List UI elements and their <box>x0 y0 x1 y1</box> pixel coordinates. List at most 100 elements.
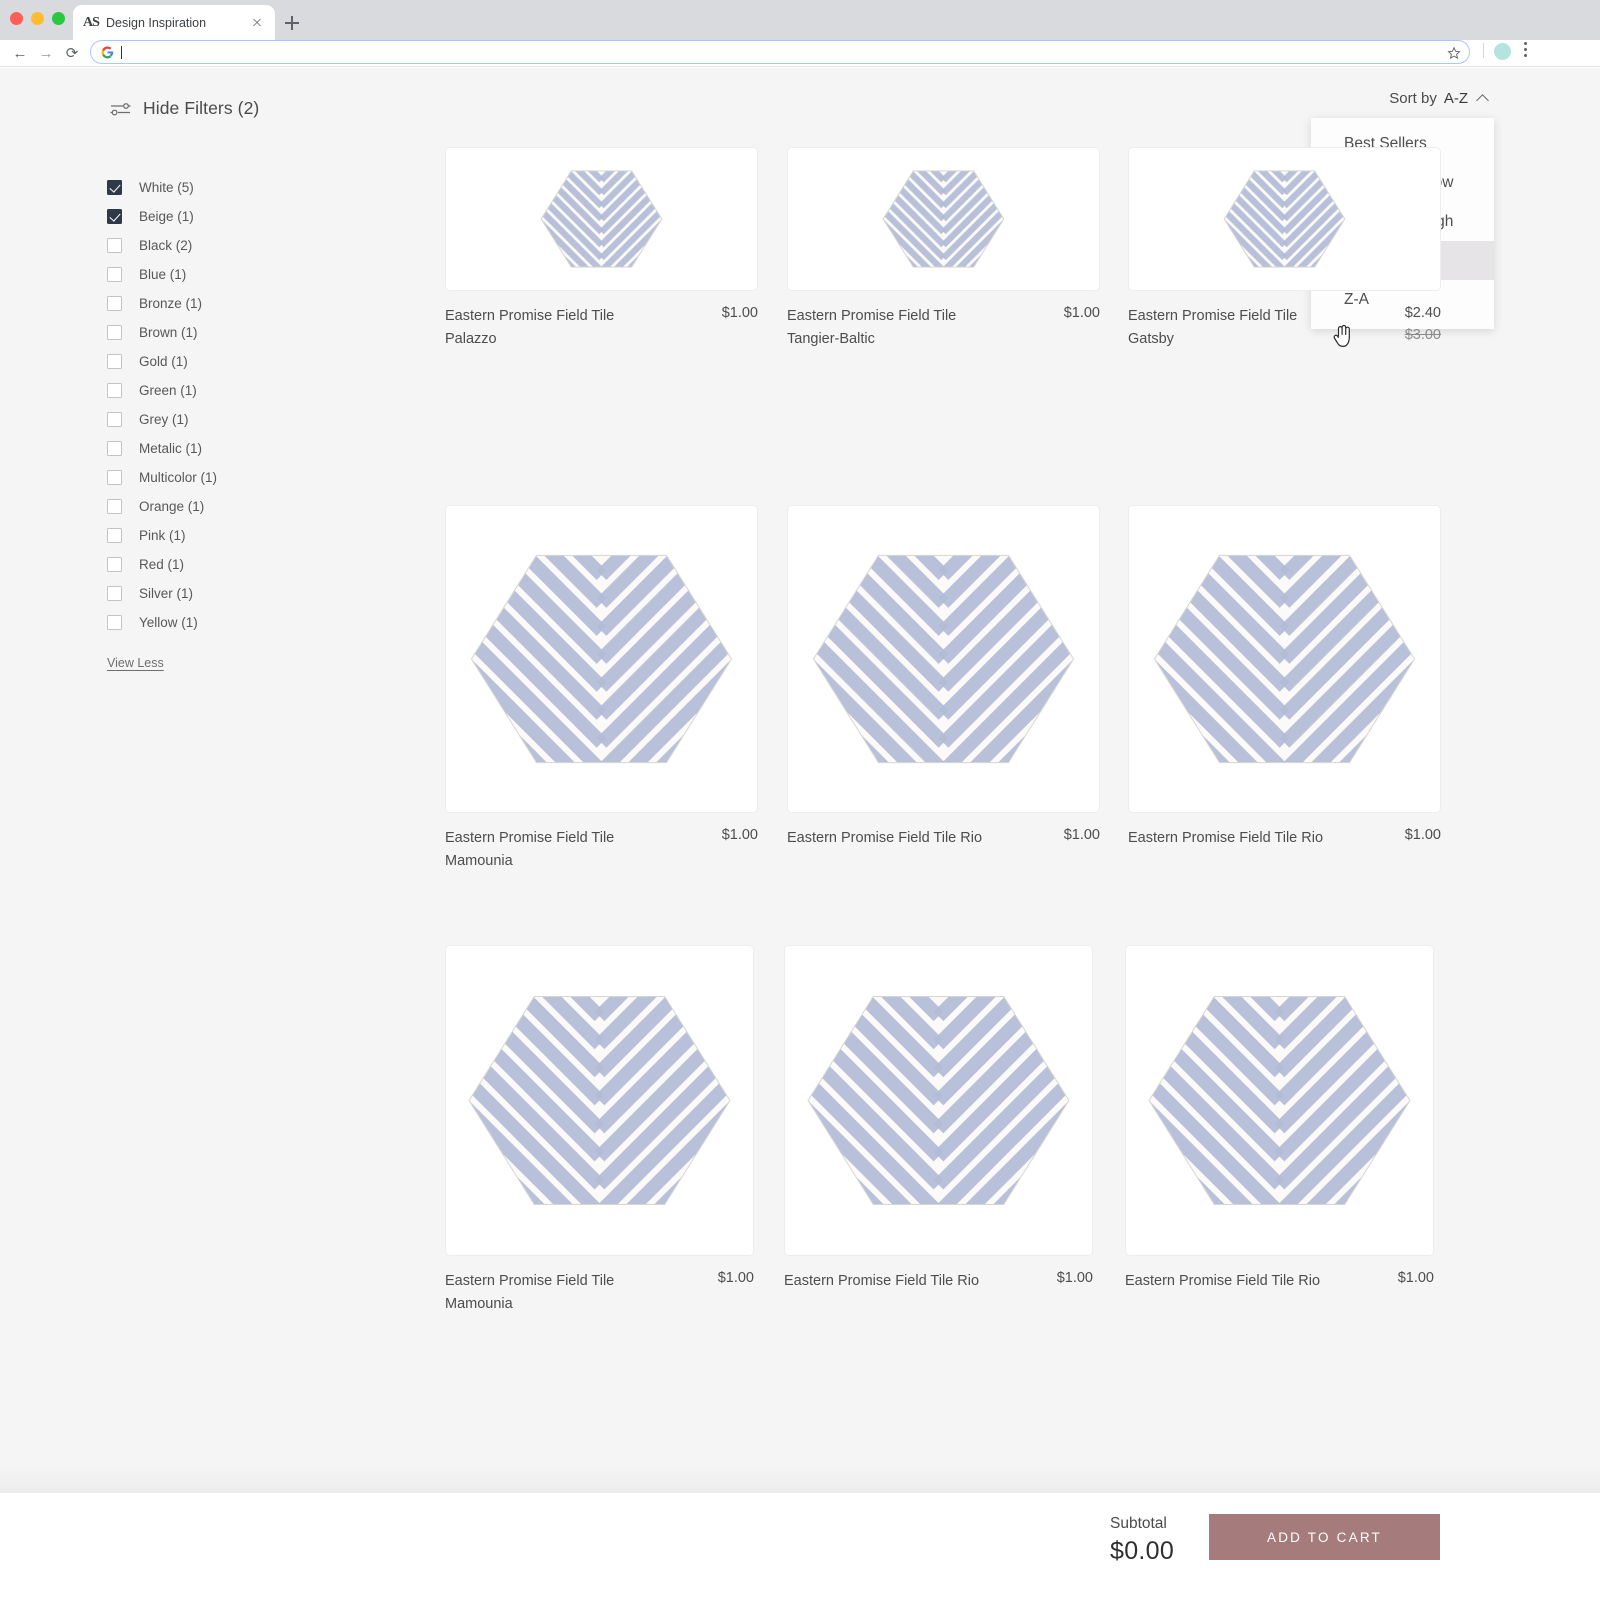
facet-multicolor[interactable]: Multicolor (1) <box>107 463 367 492</box>
reload-icon[interactable]: ⟳ <box>62 44 82 64</box>
checkbox-beige[interactable] <box>107 209 122 224</box>
product-card[interactable]: Eastern Promise Field Tile Mamounia $1.0… <box>445 945 754 1317</box>
product-meta: Eastern Promise Field Tile Rio $1.00 <box>784 1270 1093 1293</box>
color-filter-list: White (5) Beige (1) Black (2) Blue (1) B… <box>107 173 367 672</box>
product-title: Eastern Promise Field Tile Rio <box>784 1273 980 1289</box>
browser-window: AS Design Inspiration ← → ⟳ Hide Filters… <box>0 0 1600 1622</box>
checkbox-silver[interactable] <box>107 586 122 601</box>
facet-pink[interactable]: Pink (1) <box>107 521 367 550</box>
product-meta: Eastern Promise Field Tile Mamounia $1.0… <box>445 827 758 874</box>
checkbox-white[interactable] <box>107 180 122 195</box>
checkbox-brown[interactable] <box>107 325 122 340</box>
add-to-cart-button[interactable]: ADD TO CART <box>1209 1514 1440 1560</box>
product-price-original: $3.00 <box>1404 327 1441 343</box>
facet-orange[interactable]: Orange (1) <box>107 492 367 521</box>
product-card[interactable]: Eastern Promise Field Tile Rio $1.00 <box>784 945 1093 1293</box>
product-price: $1.00 <box>717 1270 754 1286</box>
product-price: $2.40 <box>1404 305 1441 321</box>
product-image[interactable] <box>445 505 758 813</box>
sort-control: Sort by A-Z <box>1389 90 1488 107</box>
facet-beige[interactable]: Beige (1) <box>107 202 367 231</box>
facet-red[interactable]: Red (1) <box>107 550 367 579</box>
product-price: $1.00 <box>1063 827 1100 843</box>
address-bar[interactable] <box>90 40 1470 64</box>
product-card[interactable]: Eastern Promise Field Tile Palazzo $1.00 <box>445 147 758 352</box>
product-title: Eastern Promise Field Tile Palazzo <box>445 308 615 348</box>
product-title: Eastern Promise Field Tile Mamounia <box>445 830 615 870</box>
browser-tab[interactable]: AS Design Inspiration <box>73 5 275 40</box>
product-meta: Eastern Promise Field Tile Tangier-Balti… <box>787 305 1100 352</box>
facet-blue[interactable]: Blue (1) <box>107 260 367 289</box>
facet-label-silver: Silver (1) <box>139 586 194 601</box>
product-image[interactable] <box>445 147 758 291</box>
facet-silver[interactable]: Silver (1) <box>107 579 367 608</box>
product-price-group: $2.40 $3.00 <box>1405 305 1441 343</box>
facet-gold[interactable]: Gold (1) <box>107 347 367 376</box>
product-card[interactable]: Eastern Promise Field Tile Mamounia $1.0… <box>445 505 758 874</box>
back-icon[interactable]: ← <box>10 44 30 64</box>
product-image[interactable] <box>1128 147 1441 291</box>
sliders-icon <box>110 101 131 117</box>
facet-metalic[interactable]: Metalic (1) <box>107 434 367 463</box>
facet-yellow[interactable]: Yellow (1) <box>107 608 367 637</box>
minimize-window-button[interactable] <box>31 12 44 25</box>
product-card[interactable]: Eastern Promise Field Tile Rio $1.00 <box>787 505 1100 850</box>
new-tab-icon[interactable] <box>280 11 304 35</box>
facet-label-red: Red (1) <box>139 557 185 572</box>
sort-by-label: Sort by <box>1389 90 1437 107</box>
product-image[interactable] <box>787 147 1100 291</box>
facet-label-bronze: Bronze (1) <box>139 296 203 311</box>
product-image[interactable] <box>445 945 754 1256</box>
checkbox-metalic[interactable] <box>107 441 122 456</box>
product-image[interactable] <box>1125 945 1434 1256</box>
product-price-group: $1.00 <box>722 827 758 843</box>
maximize-window-button[interactable] <box>52 12 65 25</box>
product-card[interactable]: Eastern Promise Field Tile Tangier-Balti… <box>787 147 1100 352</box>
sort-by-button[interactable]: Sort by A-Z <box>1389 90 1488 107</box>
checkbox-pink[interactable] <box>107 528 122 543</box>
view-less-link[interactable]: View Less <box>107 656 164 670</box>
checkbox-black[interactable] <box>107 238 122 253</box>
checkbox-grey[interactable] <box>107 412 122 427</box>
facet-white[interactable]: White (5) <box>107 173 367 202</box>
checkbox-bronze[interactable] <box>107 296 122 311</box>
close-window-button[interactable] <box>10 12 23 25</box>
close-icon[interactable] <box>249 15 265 31</box>
checkbox-orange[interactable] <box>107 499 122 514</box>
product-card[interactable]: Eastern Promise Field Tile Rio $1.00 <box>1128 505 1441 850</box>
product-image[interactable] <box>784 945 1093 1256</box>
product-price: $1.00 <box>721 305 758 321</box>
product-meta: Eastern Promise Field Tile Rio $1.00 <box>787 827 1100 850</box>
product-meta: Eastern Promise Field Tile Gatsby $2.40 … <box>1128 305 1441 352</box>
product-price: $1.00 <box>1056 1270 1093 1286</box>
product-card[interactable]: Eastern Promise Field Tile Gatsby $2.40 … <box>1128 147 1441 352</box>
facet-label-brown: Brown (1) <box>139 325 198 340</box>
facet-grey[interactable]: Grey (1) <box>107 405 367 434</box>
chevron-up-icon[interactable] <box>1477 93 1488 104</box>
product-meta: Eastern Promise Field Tile Mamounia $1.0… <box>445 1270 754 1317</box>
facet-black[interactable]: Black (2) <box>107 231 367 260</box>
hide-filters-button[interactable]: Hide Filters (2) <box>110 98 259 119</box>
product-card[interactable]: Eastern Promise Field Tile Rio $1.00 <box>1125 945 1434 1293</box>
product-image[interactable] <box>1128 505 1441 813</box>
facet-green[interactable]: Green (1) <box>107 376 367 405</box>
cart-footer: Subtotal $0.00 ADD TO CART <box>0 1493 1600 1622</box>
product-price: $1.00 <box>1397 1270 1434 1286</box>
forward-icon[interactable]: → <box>36 44 56 64</box>
product-image[interactable] <box>787 505 1100 813</box>
kebab-icon[interactable] <box>1524 42 1528 60</box>
facet-label-gold: Gold (1) <box>139 354 188 369</box>
checkbox-multicolor[interactable] <box>107 470 122 485</box>
checkbox-red[interactable] <box>107 557 122 572</box>
star-icon[interactable] <box>1447 46 1461 60</box>
avatar[interactable] <box>1494 43 1511 60</box>
page-content: Hide Filters (2) Sort by A-Z Best Seller… <box>0 68 1600 1622</box>
checkbox-blue[interactable] <box>107 267 122 282</box>
subtotal-value: $0.00 <box>1110 1537 1175 1565</box>
checkbox-green[interactable] <box>107 383 122 398</box>
facet-brown[interactable]: Brown (1) <box>107 318 367 347</box>
facet-bronze[interactable]: Bronze (1) <box>107 289 367 318</box>
checkbox-gold[interactable] <box>107 354 122 369</box>
checkbox-yellow[interactable] <box>107 615 122 630</box>
product-price: $1.00 <box>721 827 758 843</box>
